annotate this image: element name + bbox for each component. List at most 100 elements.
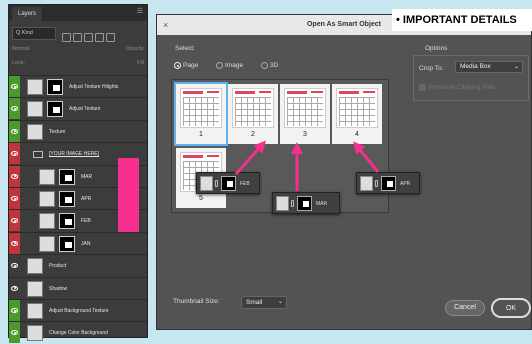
page-thumb-2[interactable]: 2	[228, 84, 278, 144]
visibility-toggle[interactable]	[9, 255, 20, 277]
layer-thumbnail	[39, 191, 55, 207]
layer-thumbnail	[27, 79, 43, 95]
eye-icon	[11, 240, 18, 246]
visibility-toggle[interactable]	[9, 210, 20, 232]
chip-thumbnail	[200, 176, 213, 191]
layer-thumbnail	[39, 213, 55, 230]
preserve-clipping-checkbox[interactable]	[419, 83, 426, 91]
smart-filter-icon[interactable]	[106, 33, 115, 42]
visibility-toggle[interactable]	[9, 143, 20, 165]
visibility-toggle[interactable]	[9, 300, 20, 321]
layer-name: JAN	[81, 240, 91, 247]
radio-3d-label[interactable]: 3D	[270, 62, 278, 69]
chip-mask	[221, 176, 236, 191]
preserve-clipping-label: Preserve Clipping Path	[429, 84, 496, 91]
layers-tab[interactable]: Layers	[12, 7, 43, 21]
pixel-filter-icon[interactable]	[62, 33, 71, 42]
layer-row[interactable]: Shadow	[9, 276, 147, 299]
visibility-toggle[interactable]	[9, 188, 20, 209]
thumbnail-size-select[interactable]: Small ⌄	[241, 296, 287, 309]
layer-name: Adjust Background Texture	[49, 308, 109, 314]
eye-icon	[11, 218, 18, 224]
chip-label: FEB	[240, 181, 250, 187]
important-details-overlay: • IMPORTANT DETAILS	[392, 9, 532, 31]
radio-3d[interactable]	[260, 62, 268, 69]
opacity-label[interactable]: Opacity	[125, 43, 144, 55]
visibility-toggle[interactable]	[9, 277, 20, 299]
chip-thumbnail	[360, 176, 373, 191]
eye-icon	[11, 84, 18, 89]
layer-name: MAR	[81, 173, 93, 180]
page-thumb-1[interactable]: 1	[174, 82, 228, 146]
cancel-button[interactable]: Cancel	[445, 300, 485, 316]
folder-icon	[33, 151, 43, 159]
radio-image[interactable]	[216, 62, 223, 69]
page-number: 2	[251, 131, 255, 138]
layer-name: FEB	[81, 218, 91, 225]
type-filter-icon[interactable]	[84, 33, 93, 42]
layer-thumbnail	[39, 168, 55, 185]
chip-mask	[297, 196, 312, 211]
layer-row[interactable]: JAN	[9, 231, 147, 254]
lock-label[interactable]: Lock:	[12, 60, 25, 66]
chevron-down-icon: ⌄	[277, 299, 283, 305]
page-number: 3	[303, 131, 307, 138]
radio-page-label[interactable]: Page	[183, 62, 198, 69]
visibility-toggle[interactable]	[9, 76, 20, 97]
eye-icon	[11, 173, 18, 179]
ok-button[interactable]: OK	[491, 298, 531, 318]
layer-row[interactable]: Change Color Background	[9, 321, 147, 344]
layer-name: Adjust Texture	[69, 106, 101, 113]
kind-filter[interactable]: Q Kind	[12, 27, 56, 40]
layer-row[interactable]: Adjust Texture	[9, 97, 147, 120]
layer-row[interactable]: Adjust Background Texture	[9, 299, 147, 321]
layers-tabbar: Layers ☰	[9, 5, 147, 21]
page-number: 1	[199, 131, 203, 138]
layer-thumbnail	[27, 303, 43, 319]
eye-icon	[11, 151, 18, 157]
crop-to-value: Media Box	[460, 63, 491, 70]
layer-thumbnail	[39, 235, 55, 252]
visibility-toggle[interactable]	[9, 98, 20, 120]
panel-menu-icon[interactable]: ☰	[137, 8, 143, 16]
visibility-toggle[interactable]	[9, 165, 20, 187]
layer-row[interactable]: Product	[9, 254, 147, 277]
layer-name: Shadow	[49, 285, 68, 292]
eye-icon	[11, 106, 18, 112]
page-thumb-3[interactable]: 3	[280, 84, 330, 144]
blend-mode-select[interactable]: Normal	[12, 46, 30, 52]
chip-mask	[381, 176, 396, 191]
close-icon[interactable]: ×	[163, 18, 168, 32]
visibility-toggle[interactable]	[9, 232, 20, 254]
layer-name: [YOUR IMAGE HERE]	[49, 151, 100, 158]
radio-image-label[interactable]: Image	[225, 62, 243, 69]
chip-label: MAR	[316, 201, 328, 207]
layer-mask	[47, 101, 63, 118]
thumbnail-size-value: Small	[246, 299, 263, 306]
shape-filter-icon[interactable]	[95, 33, 104, 42]
fill-label[interactable]: Fill	[137, 57, 144, 69]
chip-label: APR	[400, 181, 411, 187]
thumbnail-size-label: Thumbnail Size:	[173, 298, 220, 305]
visibility-toggle[interactable]	[9, 322, 20, 344]
link-icon	[291, 200, 294, 207]
page-number: 4	[355, 131, 359, 138]
crop-to-select[interactable]: Media Box ⌄	[455, 61, 523, 73]
preserve-clipping-option[interactable]: Preserve Clipping Path	[419, 83, 495, 92]
layer-row[interactable]: Texture	[9, 119, 147, 142]
eye-icon	[11, 285, 18, 291]
link-icon	[375, 180, 378, 187]
adjust-filter-icon[interactable]	[73, 33, 82, 42]
visibility-toggle[interactable]	[9, 120, 20, 142]
eye-icon	[11, 196, 18, 201]
chip-thumbnail	[276, 196, 289, 211]
highlight-block	[118, 158, 139, 232]
layer-name: Change Color Background	[49, 330, 108, 337]
layer-name: Texture	[49, 128, 66, 135]
layer-chip-mar: MAR	[272, 192, 340, 214]
layer-mask	[47, 79, 63, 95]
layer-thumbnail	[27, 258, 43, 275]
page-thumb-4[interactable]: 4	[332, 84, 382, 144]
radio-page[interactable]	[174, 62, 181, 69]
layer-row[interactable]: Adjust Texture Hilights	[9, 75, 147, 97]
